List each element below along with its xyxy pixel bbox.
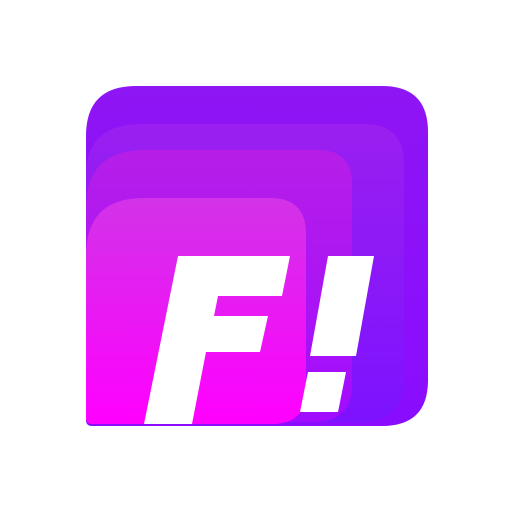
f-exclamation-app-icon bbox=[86, 86, 428, 426]
app-icon-canvas bbox=[0, 0, 512, 512]
exclamation-dot-glyph bbox=[300, 372, 346, 412]
